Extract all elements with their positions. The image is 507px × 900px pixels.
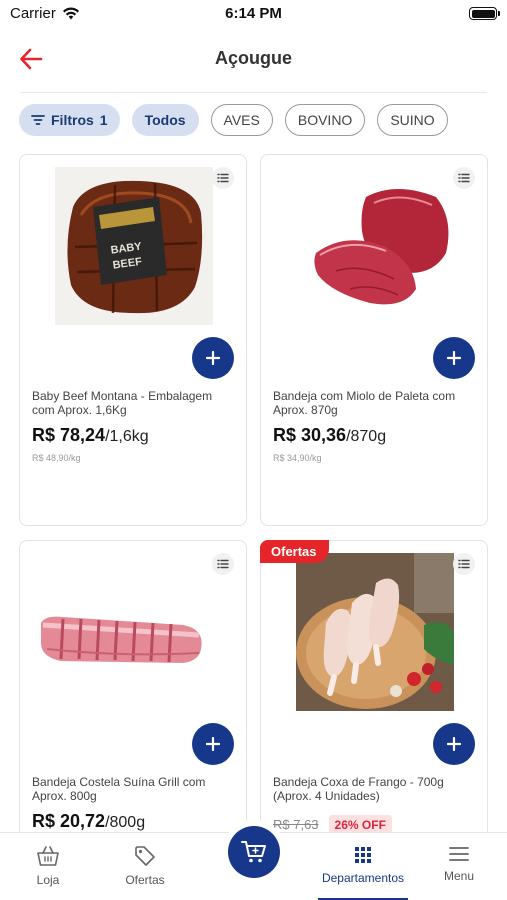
chicken-drumsticks-image [296,553,454,711]
chip-suino[interactable]: SUINO [377,104,448,136]
offer-tag: Ofertas [260,540,329,563]
filter-bar: Filtros 1 Todos AVES BOVINO SUINO [19,104,448,136]
price-row: R$ 78,24/1,6kg [32,425,149,446]
chip-aves[interactable]: AVES [210,104,273,136]
filters-label: Filtros [51,112,94,128]
plus-icon [206,737,220,751]
wifi-icon [62,7,79,20]
filters-button[interactable]: Filtros 1 [19,104,120,136]
product-name: Bandeja Coxa de Frango - 700g (Aprox. 4 … [273,775,444,803]
status-bar: Carrier 6:14 PM [0,0,507,28]
nav-label: Loja [36,873,60,887]
product-card[interactable]: Bandeja com Miolo de Paleta com Aprox. 8… [260,154,488,526]
nav-loja[interactable]: Loja [18,833,78,900]
pork-ribs-image [41,616,202,663]
cart-icon [241,841,266,863]
list-icon [217,559,229,569]
plus-icon [206,351,220,365]
product-image: BABY BEEF [55,167,213,325]
add-to-cart-button[interactable] [192,337,234,379]
price-row: R$ 30,36/870g [273,425,386,446]
nav-menu[interactable]: Menu [434,833,484,900]
product-image [296,167,454,325]
nav-ofertas[interactable]: Ofertas [112,833,178,900]
product-price: R$ 78,24 [32,425,106,445]
battery-icon [469,7,500,20]
list-button[interactable] [212,167,234,189]
header-divider [20,92,487,93]
product-unit: /800g [105,814,146,831]
filters-count: 1 [99,112,108,128]
list-button[interactable] [453,553,475,575]
product-name: Bandeja com Miolo de Paleta com Aprox. 8… [273,389,456,417]
add-to-cart-button[interactable] [433,723,475,765]
product-name: Baby Beef Montana - Embalagem com Aprox.… [32,389,213,417]
beef-slices-image [314,189,449,305]
list-button[interactable] [453,167,475,189]
header: Açougue [0,36,507,93]
page-title: Açougue [214,48,292,68]
product-unit: /870g [346,428,387,445]
chip-bovino[interactable]: BOVINO [284,104,366,136]
old-price: R$ 7,63 [273,817,319,832]
price-per-kg: R$ 48,90/kg [32,453,81,463]
price-row: R$ 20,72/800g [32,811,145,832]
add-to-cart-button[interactable] [433,337,475,379]
list-icon [458,173,470,183]
add-to-cart-button[interactable] [192,723,234,765]
product-image [41,553,213,711]
nav-departamentos[interactable]: Departamentos [318,833,408,900]
basket-icon [37,846,59,866]
product-card[interactable]: BABY BEEF Baby Beef Montana - Embalagem … [19,154,247,526]
baby-beef-image: BABY BEEF [55,167,213,325]
chip-todos[interactable]: Todos [131,104,199,136]
product-unit: /1,6kg [105,428,149,445]
product-image [296,553,454,711]
grid-icon [355,847,371,863]
nav-label: Menu [443,869,475,883]
cart-button[interactable] [228,826,280,878]
product-price: R$ 20,72 [32,811,106,831]
carrier-indicator: Carrier [10,5,80,22]
plus-icon [447,351,461,365]
price-per-kg: R$ 34,90/kg [273,453,322,463]
back-button[interactable] [18,46,52,74]
list-button[interactable] [212,553,234,575]
hamburger-icon [449,847,469,861]
product-price: R$ 30,36 [273,425,347,445]
tag-icon [135,846,155,866]
list-icon [217,173,229,183]
nav-label: Departamentos [321,871,405,885]
filter-icon [31,115,45,125]
product-name: Bandeja Costela Suína Grill com Aprox. 8… [32,775,206,803]
plus-icon [447,737,461,751]
back-arrow-icon [20,48,43,70]
list-icon [458,559,470,569]
nav-label: Ofertas [125,873,165,887]
carrier-label: Carrier [10,5,56,22]
